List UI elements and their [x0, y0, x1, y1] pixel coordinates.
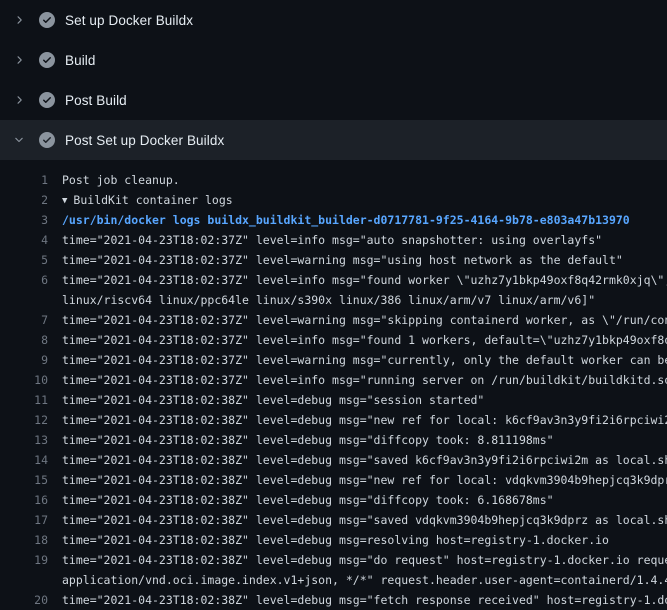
- log-text: application/vnd.oci.image.index.v1+json,…: [48, 570, 667, 590]
- log-line-number[interactable]: 14: [0, 450, 48, 470]
- log-text: time="2021-04-23T18:02:38Z" level=debug …: [48, 410, 667, 430]
- step-label: Post Build: [65, 93, 127, 108]
- triangle-down-icon: ▼: [62, 191, 67, 211]
- log-text: time="2021-04-23T18:02:38Z" level=debug …: [48, 450, 667, 470]
- step-label: Build: [65, 53, 96, 68]
- log-line-number: [0, 570, 48, 590]
- log-text: time="2021-04-23T18:02:37Z" level=warnin…: [48, 350, 667, 370]
- log-text: time="2021-04-23T18:02:38Z" level=debug …: [48, 390, 484, 410]
- log-line-5: 5time="2021-04-23T18:02:37Z" level=warni…: [0, 250, 667, 270]
- chevron-right-icon: [13, 14, 25, 26]
- log-text: time="2021-04-23T18:02:37Z" level=info m…: [48, 230, 602, 250]
- log-text: time="2021-04-23T18:02:38Z" level=debug …: [48, 550, 667, 570]
- log-line-7: 7time="2021-04-23T18:02:37Z" level=warni…: [0, 310, 667, 330]
- log-text: time="2021-04-23T18:02:37Z" level=warnin…: [48, 310, 667, 330]
- log-line-number[interactable]: 12: [0, 410, 48, 430]
- step-header-build[interactable]: Build: [0, 40, 667, 80]
- log-text: time="2021-04-23T18:02:38Z" level=debug …: [48, 470, 667, 490]
- log-text: time="2021-04-23T18:02:38Z" level=debug …: [48, 430, 554, 450]
- log-line-number[interactable]: 3: [0, 210, 48, 230]
- log-text: time="2021-04-23T18:02:37Z" level=info m…: [48, 370, 667, 390]
- log-group-header[interactable]: ▼ BuildKit container logs: [48, 190, 233, 210]
- log-line-3: 3/usr/bin/docker logs buildx_buildkit_bu…: [0, 210, 667, 230]
- log-text: time="2021-04-23T18:02:38Z" level=debug …: [48, 530, 609, 550]
- log-line-number[interactable]: 8: [0, 330, 48, 350]
- log-text: time="2021-04-23T18:02:37Z" level=warnin…: [48, 250, 623, 270]
- step-label: Post Set up Docker Buildx: [65, 133, 224, 148]
- log-line-number: [0, 290, 48, 310]
- log-text: time="2021-04-23T18:02:38Z" level=debug …: [48, 590, 667, 610]
- log-line-number[interactable]: 11: [0, 390, 48, 410]
- log-line-number[interactable]: 19: [0, 550, 48, 570]
- log-line-number[interactable]: 20: [0, 590, 48, 610]
- log-line-number[interactable]: 9: [0, 350, 48, 370]
- log-line-15: 15time="2021-04-23T18:02:38Z" level=debu…: [0, 470, 667, 490]
- log-line-14: 14time="2021-04-23T18:02:38Z" level=debu…: [0, 450, 667, 470]
- log-line-10: 10time="2021-04-23T18:02:37Z" level=info…: [0, 370, 667, 390]
- log-line-16: 16time="2021-04-23T18:02:38Z" level=debu…: [0, 490, 667, 510]
- log-line-number[interactable]: 13: [0, 430, 48, 450]
- log-line-number[interactable]: 17: [0, 510, 48, 530]
- log-line-number[interactable]: 2: [0, 190, 48, 210]
- log-text: Post job cleanup.: [48, 170, 180, 190]
- log-line-13: 13time="2021-04-23T18:02:38Z" level=debu…: [0, 430, 667, 450]
- log-line-number[interactable]: 1: [0, 170, 48, 190]
- log-line-11: 11time="2021-04-23T18:02:38Z" level=debu…: [0, 390, 667, 410]
- log-text: time="2021-04-23T18:02:38Z" level=debug …: [48, 490, 554, 510]
- log-line-number[interactable]: 15: [0, 470, 48, 490]
- log-line-20: 20time="2021-04-23T18:02:38Z" level=debu…: [0, 590, 667, 610]
- log-text: time="2021-04-23T18:02:37Z" level=info m…: [48, 270, 667, 290]
- workflow-steps-list: Set up Docker Buildx Build Post Build Post …: [0, 0, 667, 160]
- log-line-19: 19time="2021-04-23T18:02:38Z" level=debu…: [0, 550, 667, 570]
- log-line-17: 17time="2021-04-23T18:02:38Z" level=debu…: [0, 510, 667, 530]
- log-area: 1Post job cleanup.2 ▼ BuildKit container l…: [0, 170, 667, 610]
- step-header-post-set-up-docker-buildx[interactable]: Post Set up Docker Buildx: [0, 120, 667, 160]
- log-line-number[interactable]: 7: [0, 310, 48, 330]
- log-line-1: 1Post job cleanup.: [0, 170, 667, 190]
- log-command-text: /usr/bin/docker logs buildx_buildkit_bui…: [48, 210, 630, 230]
- log-text: time="2021-04-23T18:02:38Z" level=debug …: [48, 510, 667, 530]
- log-line-continuation: linux/riscv64 linux/ppc64le linux/s390x …: [0, 290, 667, 310]
- log-line-continuation: application/vnd.oci.image.index.v1+json,…: [0, 570, 667, 590]
- check-circle-icon: [39, 52, 55, 68]
- check-circle-icon: [39, 12, 55, 28]
- log-line-18: 18time="2021-04-23T18:02:38Z" level=debu…: [0, 530, 667, 550]
- log-line-number[interactable]: 10: [0, 370, 48, 390]
- step-header-set-up-docker-buildx[interactable]: Set up Docker Buildx: [0, 0, 667, 40]
- log-line-9: 9time="2021-04-23T18:02:37Z" level=warni…: [0, 350, 667, 370]
- check-circle-icon: [39, 92, 55, 108]
- log-text: time="2021-04-23T18:02:37Z" level=info m…: [48, 330, 667, 350]
- log-line-6: 6time="2021-04-23T18:02:37Z" level=info …: [0, 270, 667, 290]
- log-line-number[interactable]: 5: [0, 250, 48, 270]
- log-line-4: 4time="2021-04-23T18:02:37Z" level=info …: [0, 230, 667, 250]
- log-group-label: BuildKit container logs: [73, 193, 232, 207]
- log-line-number[interactable]: 6: [0, 270, 48, 290]
- log-line-2: 2 ▼ BuildKit container logs: [0, 190, 667, 210]
- log-line-12: 12time="2021-04-23T18:02:38Z" level=debu…: [0, 410, 667, 430]
- log-line-number[interactable]: 16: [0, 490, 48, 510]
- log-line-8: 8time="2021-04-23T18:02:37Z" level=info …: [0, 330, 667, 350]
- check-circle-icon: [39, 132, 55, 148]
- log-line-number[interactable]: 4: [0, 230, 48, 250]
- step-label: Set up Docker Buildx: [65, 13, 193, 28]
- step-header-post-build[interactable]: Post Build: [0, 80, 667, 120]
- chevron-down-icon: [13, 134, 25, 146]
- log-text: linux/riscv64 linux/ppc64le linux/s390x …: [48, 290, 595, 310]
- log-line-number[interactable]: 18: [0, 530, 48, 550]
- chevron-right-icon: [13, 54, 25, 66]
- chevron-right-icon: [13, 94, 25, 106]
